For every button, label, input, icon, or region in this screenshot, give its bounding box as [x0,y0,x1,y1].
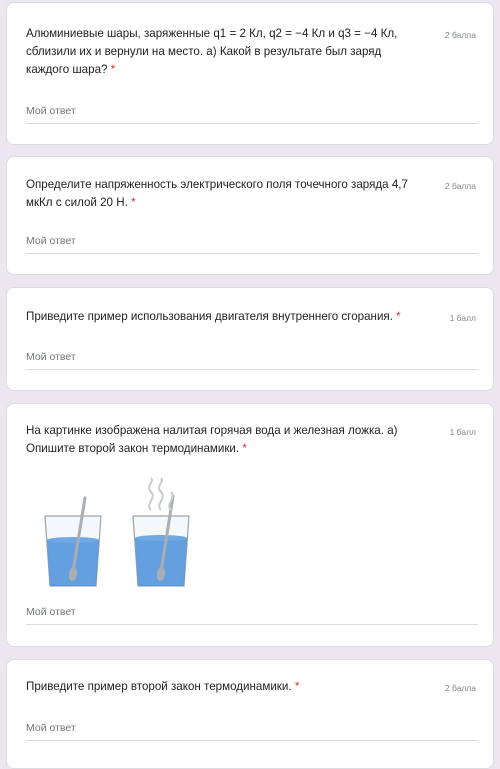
answer-input[interactable]: Мой ответ [26,719,478,741]
question-card-5: Приведите пример второй закон термодинам… [6,659,494,769]
answer-input[interactable]: Мой ответ [26,232,478,254]
question-text: На картинке изображена налитая горячая в… [26,424,398,455]
question-title: Алюминиевые шары, заряженные q1 = 2 Кл, … [26,25,426,79]
cold-glass [44,496,102,587]
points-label: 1 балл [449,427,476,437]
question-text: Алюминиевые шары, заряженные q1 = 2 Кл, … [26,27,398,76]
required-mark: * [294,680,300,693]
required-mark: * [110,63,116,76]
answer-placeholder: Мой ответ [26,606,76,618]
required-mark: * [396,310,401,323]
required-mark: * [131,196,136,209]
answer-placeholder: Мой ответ [26,351,76,363]
question-title: Определите напряженность электрического … [26,176,426,212]
question-card-3: Приведите пример использования двигателя… [6,287,494,391]
points-label: 2 балла [444,181,476,191]
glasses-image [33,476,203,596]
required-mark: * [242,442,247,455]
question-card-4: На картинке изображена налитая горячая в… [6,403,494,647]
steam-icon [148,477,154,511]
question-title: На картинке изображена налитая горячая в… [26,422,426,458]
answer-input[interactable]: Мой ответ [26,603,478,625]
points-label: 1 балл [449,313,476,323]
question-title: Приведите пример использования двигателя… [26,308,446,326]
points-label: 2 балла [444,30,476,40]
answer-placeholder: Мой ответ [26,722,76,734]
question-title: Приведите пример второй закон термодинам… [26,678,426,696]
answer-input[interactable]: Мой ответ [26,348,478,370]
glasses-illustration [44,477,190,587]
question-card-2: Определите напряженность электрического … [6,156,494,275]
question-text: Приведите пример использования двигателя… [26,310,393,323]
question-text: Определите напряженность электрического … [26,178,408,209]
question-card-1: Алюминиевые шары, заряженные q1 = 2 Кл, … [6,2,494,145]
points-label: 2 балла [444,683,476,693]
answer-placeholder: Мой ответ [26,105,76,117]
answer-placeholder: Мой ответ [26,235,76,247]
question-text: Приведите пример второй закон термодинам… [26,680,292,693]
hot-glass [132,477,190,587]
answer-input[interactable]: Мой ответ [26,102,478,124]
